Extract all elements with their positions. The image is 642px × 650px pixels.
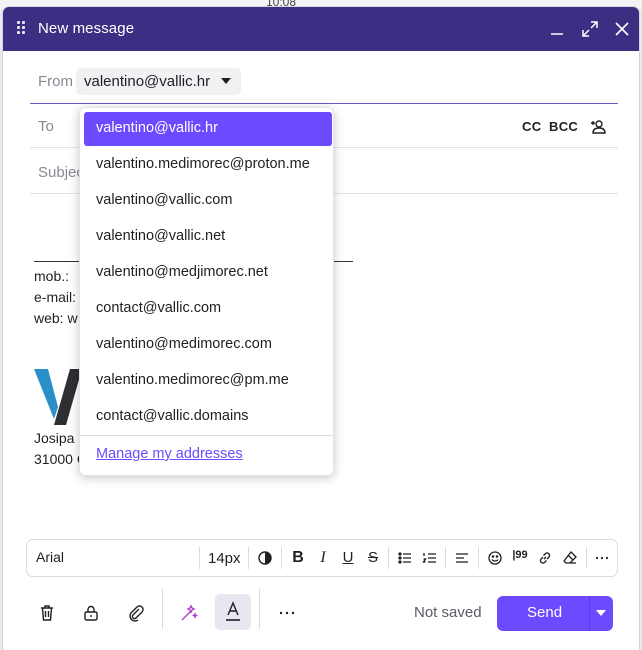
cc-button[interactable]: CC xyxy=(522,119,541,134)
toolbar-divider xyxy=(388,547,389,569)
toolbar-divider xyxy=(478,547,479,569)
dropdown-divider xyxy=(80,435,333,436)
address-option[interactable]: valentino@vallic.net xyxy=(84,220,332,254)
signature-email: e-mail: xyxy=(34,289,77,305)
from-label: From xyxy=(38,73,73,90)
emoji-icon[interactable] xyxy=(486,549,504,567)
toolbar-divider xyxy=(445,547,446,569)
manage-addresses-link[interactable]: Manage my addresses xyxy=(96,446,243,462)
align-icon[interactable] xyxy=(453,549,471,567)
address-option-label: contact@vallic.com xyxy=(96,300,222,316)
address-option-label: valentino@vallic.hr xyxy=(96,120,218,136)
underline-icon[interactable]: U xyxy=(339,549,357,567)
address-option-label: contact@vallic.domains xyxy=(96,408,249,424)
link-icon[interactable] xyxy=(536,549,554,567)
magic-wand-icon[interactable] xyxy=(179,603,199,623)
font-size-select[interactable]: 14px xyxy=(208,550,241,567)
toolbar-divider xyxy=(281,547,282,569)
strikethrough-icon[interactable]: S xyxy=(364,549,382,567)
composer-titlebar[interactable]: New message xyxy=(3,7,639,51)
toolbar-divider xyxy=(199,547,200,569)
text-format-toggle[interactable] xyxy=(215,594,251,630)
address-option-label: valentino@medjimorec.net xyxy=(96,264,268,280)
signature-web: web: w xyxy=(34,310,78,326)
footer-divider xyxy=(259,589,260,629)
address-option-label: valentino@vallic.net xyxy=(96,228,226,244)
bcc-button[interactable]: BCC xyxy=(549,119,578,134)
toolbar-divider xyxy=(586,547,587,569)
send-button[interactable]: Send xyxy=(527,604,562,621)
address-option[interactable]: valentino@vallic.hr xyxy=(84,112,332,146)
company-logo xyxy=(34,369,84,425)
from-divider xyxy=(30,103,618,104)
close-icon[interactable] xyxy=(611,18,633,40)
address-option[interactable]: contact@vallic.domains xyxy=(84,400,332,434)
bullet-list-icon[interactable] xyxy=(396,549,414,567)
trash-icon[interactable] xyxy=(37,603,57,623)
address-option[interactable]: valentino@medjimorec.net xyxy=(84,256,332,290)
send-options-chevron-icon[interactable] xyxy=(596,610,606,616)
address-option-label: valentino.medimorec@proton.me xyxy=(96,156,310,172)
from-value: valentino@vallic.hr xyxy=(84,73,211,90)
expand-icon[interactable] xyxy=(579,18,601,40)
from-address-dropdown: valentino@vallic.hr valentino.medimorec@… xyxy=(79,107,334,476)
from-selector[interactable]: valentino@vallic.hr xyxy=(76,68,241,95)
chevron-down-icon xyxy=(221,78,231,84)
signature-name: Josipa xyxy=(34,430,75,446)
signature-mob: mob.: xyxy=(34,268,70,284)
attachment-icon[interactable] xyxy=(126,603,146,623)
to-label: To xyxy=(38,118,54,135)
minimize-icon[interactable] xyxy=(546,18,568,40)
address-option[interactable]: valentino@vallic.com xyxy=(84,184,332,218)
more-icon[interactable] xyxy=(593,549,611,567)
numbered-list-icon[interactable] xyxy=(421,549,439,567)
bold-icon[interactable]: B xyxy=(289,549,307,567)
clear-format-icon[interactable] xyxy=(561,549,579,567)
more-options-icon[interactable] xyxy=(277,603,297,623)
address-option[interactable]: valentino.medimorec@proton.me xyxy=(84,148,332,182)
text-color-icon xyxy=(226,601,240,621)
drag-handle-icon[interactable] xyxy=(17,21,25,35)
address-option[interactable]: valentino.medimorec@pm.me xyxy=(84,364,332,398)
address-option[interactable]: contact@vallic.com xyxy=(84,292,332,326)
italic-icon[interactable]: I xyxy=(314,549,332,567)
font-family-select[interactable]: Arial xyxy=(36,549,64,565)
address-option-label: valentino@vallic.com xyxy=(96,192,233,208)
address-option-label: valentino.medimorec@pm.me xyxy=(96,372,289,388)
add-contact-icon[interactable] xyxy=(590,118,608,136)
save-status: Not saved xyxy=(414,604,482,621)
footer-divider xyxy=(162,589,163,629)
send-button-group: Send xyxy=(497,596,613,631)
address-option-label: valentino@medimorec.com xyxy=(96,336,272,352)
address-option[interactable]: valentino@medimorec.com xyxy=(84,328,332,362)
composer-title: New message xyxy=(38,20,135,37)
quote-icon[interactable]: |99 xyxy=(511,549,529,567)
toolbar-divider xyxy=(248,547,249,569)
send-divider xyxy=(589,596,590,631)
lock-icon[interactable] xyxy=(81,603,101,623)
contrast-icon[interactable] xyxy=(256,549,274,567)
editor-toolbar: Arial 14px B I U S |99 xyxy=(26,539,618,577)
